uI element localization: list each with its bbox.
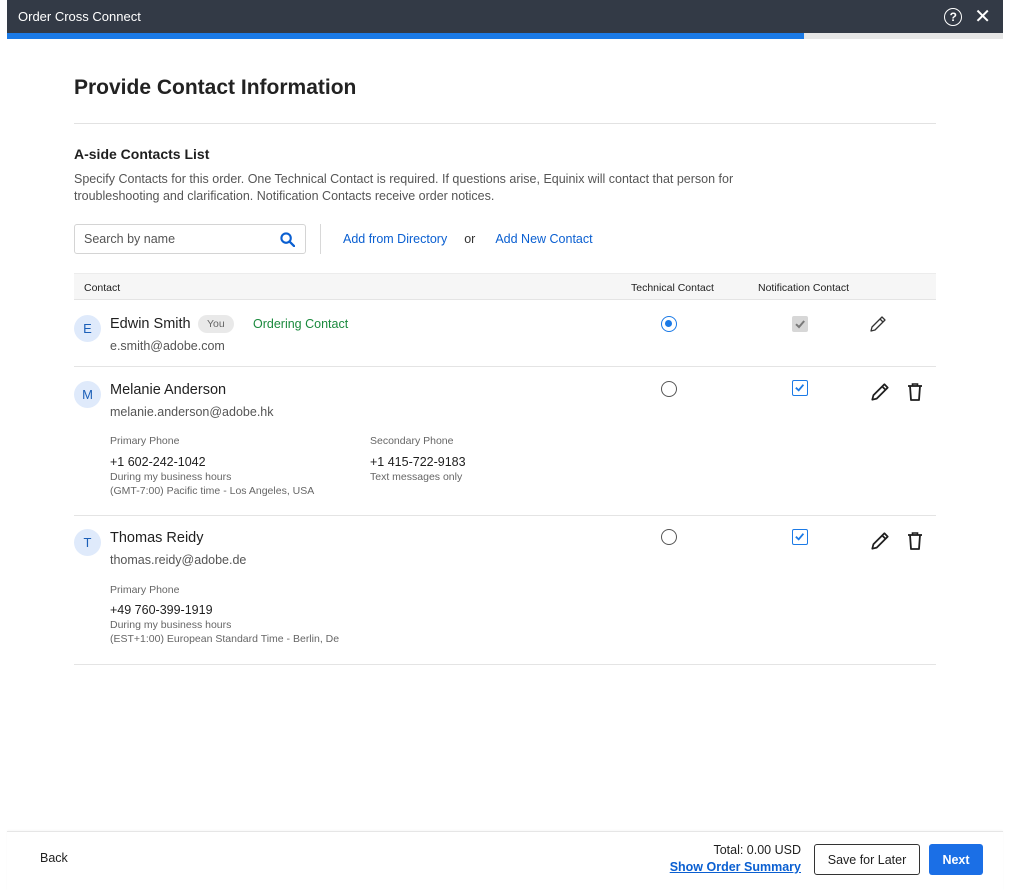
primary-phone-note: During my business hours [110, 471, 232, 483]
order-total: Total: 0.00 USD [713, 843, 801, 857]
edit-button[interactable] [869, 381, 891, 403]
avatar: T [74, 529, 101, 556]
notification-contact-checkbox[interactable] [792, 316, 808, 332]
help-circle-icon[interactable]: ? [944, 7, 963, 26]
delete-button[interactable] [906, 382, 924, 402]
window-title: Order Cross Connect [18, 9, 141, 24]
delete-button[interactable] [906, 531, 924, 551]
progress-bar [7, 33, 1003, 39]
contact-email: melanie.anderson@adobe.hk [110, 405, 274, 419]
progress-bar-fill [7, 33, 804, 39]
primary-phone-number: +49 760-399-1919 [110, 603, 213, 617]
you-badge: You [198, 315, 234, 333]
contact-name: Melanie Anderson [110, 382, 227, 398]
section-description: Specify Contacts for this order. One Tec… [74, 172, 734, 203]
check-icon [795, 533, 805, 541]
secondary-phone-label: Secondary Phone [370, 435, 454, 447]
notification-contact-checkbox[interactable] [792, 529, 808, 545]
title-bar: Order Cross Connect ? ✕ [7, 0, 1003, 33]
contact-name: Edwin Smith [110, 316, 191, 332]
secondary-phone-note: Text messages only [370, 471, 463, 483]
primary-phone-timezone: (GMT-7:00) Pacific time - Los Angeles, U… [110, 485, 315, 497]
search-input[interactable]: Search by name [74, 224, 306, 254]
back-button[interactable]: Back [40, 851, 68, 865]
contacts-table: Contact Technical Contact Notification C… [74, 273, 936, 665]
primary-phone-label: Primary Phone [110, 435, 180, 447]
avatar: M [74, 381, 101, 408]
title-divider [74, 123, 936, 124]
check-icon [795, 320, 805, 329]
avatar: E [74, 315, 101, 342]
save-for-later-button[interactable]: Save for Later [814, 844, 920, 875]
check-icon [795, 384, 805, 392]
primary-phone-note: During my business hours [110, 619, 232, 631]
primary-phone-timezone: (EST+1:00) European Standard Time - Berl… [110, 633, 340, 645]
or-label: or [464, 232, 476, 246]
actions-divider [320, 224, 321, 254]
section-title: A-side Contacts List [74, 146, 210, 162]
contact-name: Thomas Reidy [110, 530, 204, 546]
edit-button[interactable] [868, 314, 888, 334]
technical-contact-radio[interactable] [661, 381, 677, 397]
primary-phone-label: Primary Phone [110, 584, 180, 596]
search-placeholder: Search by name [84, 232, 176, 246]
header-notification-contact: Notification Contact [758, 282, 850, 294]
header-contact: Contact [84, 282, 121, 294]
table-header: Contact Technical Contact Notification C… [74, 273, 936, 300]
trash-icon [908, 532, 922, 550]
pencil-icon [871, 532, 889, 550]
close-icon[interactable]: ✕ [974, 7, 991, 27]
contact-email: thomas.reidy@adobe.de [110, 553, 247, 567]
contact-email: e.smith@adobe.com [110, 339, 225, 353]
technical-contact-radio[interactable] [661, 316, 677, 332]
edit-button[interactable] [869, 530, 891, 552]
modal-window: Order Cross Connect ? ✕ Provide Contact … [7, 0, 1003, 891]
page-title: Provide Contact Information [74, 76, 357, 99]
pencil-icon [871, 383, 889, 401]
add-from-directory-link[interactable]: Add from Directory [343, 232, 447, 246]
search-icon[interactable] [280, 231, 295, 247]
show-order-summary-link[interactable]: Show Order Summary [670, 860, 801, 874]
notification-contact-checkbox[interactable] [792, 380, 808, 396]
footer-bar: Back Total: 0.00 USD Show Order Summary … [7, 831, 1003, 891]
trash-icon [908, 383, 922, 401]
table-row: M Melanie Anderson melanie.anderson@adob… [74, 367, 936, 516]
add-new-contact-link[interactable]: Add New Contact [495, 232, 592, 246]
table-row: T Thomas Reidy thomas.reidy@adobe.de Pri… [74, 516, 936, 665]
ordering-contact-label: Ordering Contact [253, 317, 349, 331]
header-technical-contact: Technical Contact [631, 282, 714, 294]
secondary-phone-number: +1 415-722-9183 [370, 455, 466, 469]
technical-contact-radio[interactable] [661, 529, 677, 545]
next-button[interactable]: Next [929, 844, 983, 875]
pencil-icon [870, 316, 886, 332]
primary-phone-number: +1 602-242-1042 [110, 455, 206, 469]
table-row: E Edwin Smith You Ordering Contact e.smi… [74, 300, 936, 367]
